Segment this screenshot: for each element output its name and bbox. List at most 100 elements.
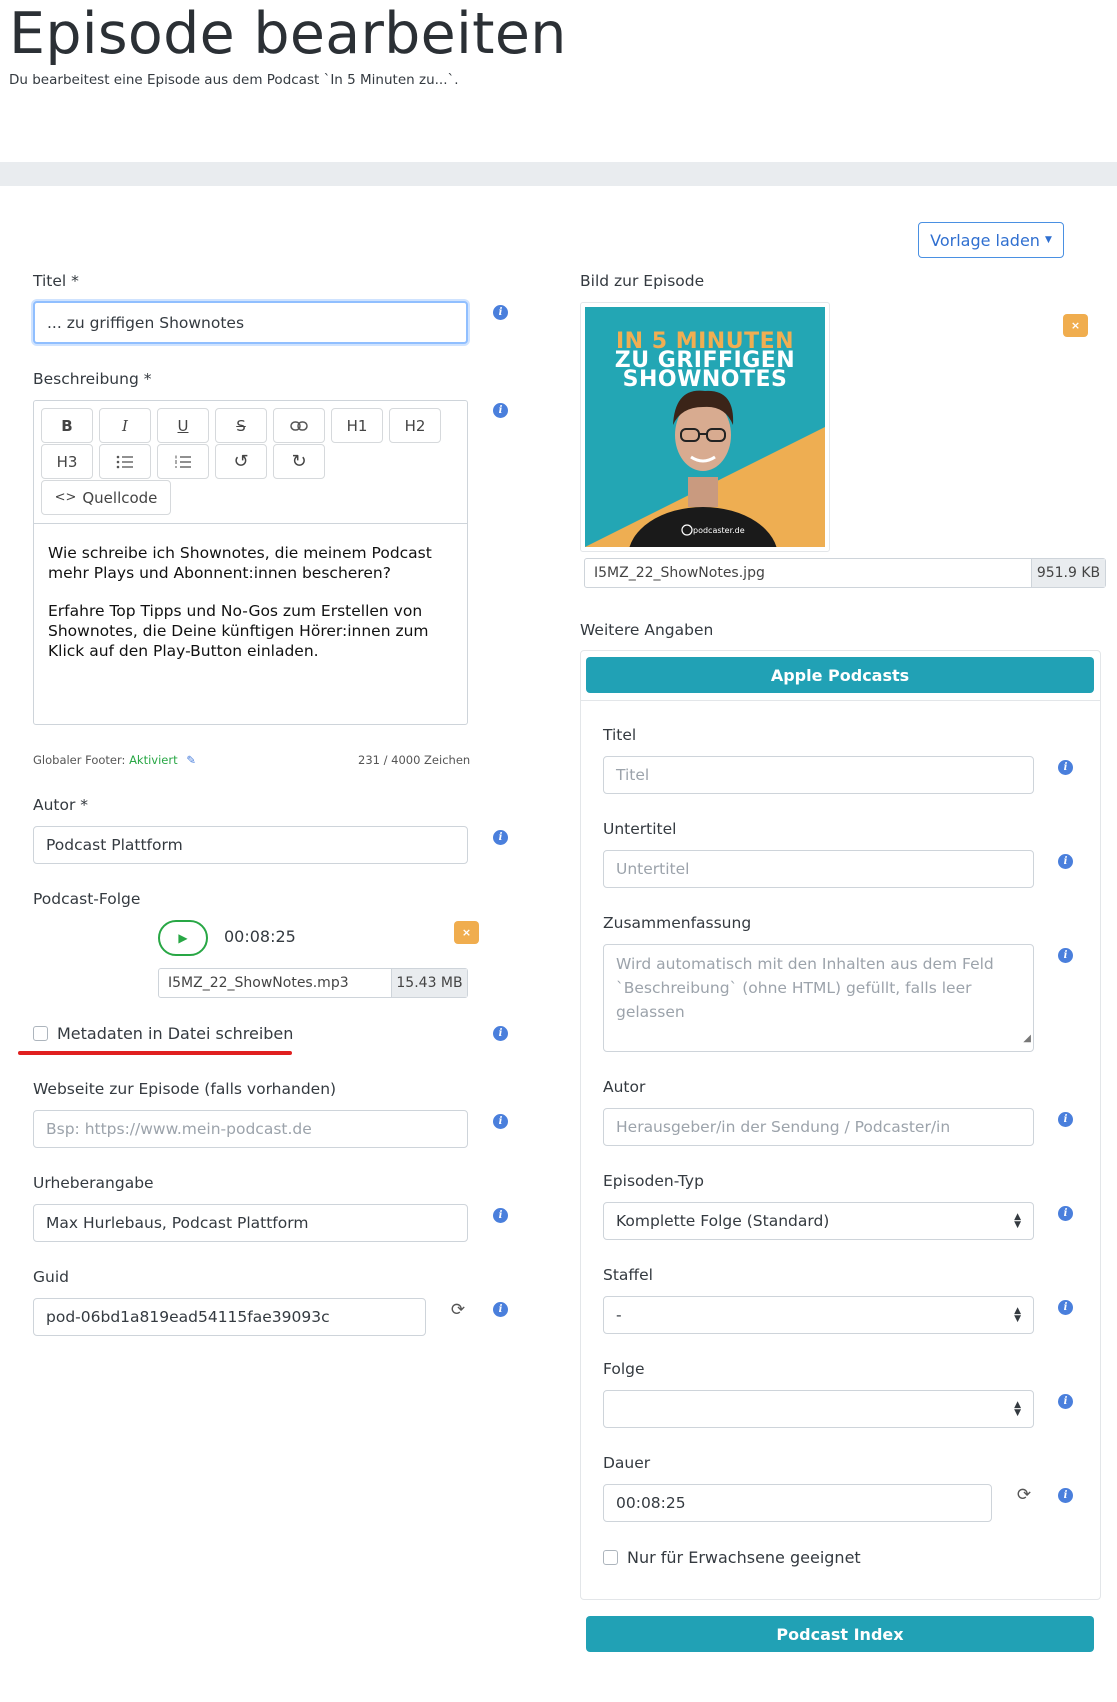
summary-placeholder: Wird automatisch mit den Inhalten aus de… — [616, 955, 994, 1021]
code-icon: <> — [54, 490, 77, 505]
episode-type-value: Komplette Folge (Standard) — [616, 1212, 830, 1230]
episode-number-select[interactable]: ▲ ▼ — [603, 1390, 1034, 1428]
info-icon[interactable]: i — [1058, 854, 1073, 869]
info-icon[interactable]: i — [1058, 1112, 1073, 1127]
info-icon[interactable]: i — [493, 1026, 508, 1041]
select-arrows-icon: ▲ ▼ — [1014, 1212, 1021, 1230]
global-footer: Globaler Footer: Aktiviert ✎ — [33, 753, 196, 767]
cover-title-line: SHOWNOTES — [622, 367, 788, 392]
image-file-name: I5MZ_22_ShowNotes.jpg — [594, 565, 765, 581]
info-icon[interactable]: i — [1058, 760, 1073, 775]
heading3-button[interactable]: H3 — [41, 444, 93, 479]
subtitle-label: Untertitel — [603, 820, 677, 838]
info-icon[interactable]: i — [1058, 948, 1073, 963]
pencil-icon[interactable]: ✎ — [186, 753, 196, 767]
play-button[interactable]: ▶ — [158, 920, 208, 956]
title-label: Titel * — [33, 272, 79, 290]
audio-file-size: 15.43 MB — [391, 969, 467, 997]
page-subtitle: Du bearbeitest eine Episode aus dem Podc… — [9, 72, 459, 88]
duration-label: Dauer — [603, 1454, 651, 1472]
source-code-button[interactable]: <> Quellcode — [41, 480, 171, 515]
info-icon[interactable]: i — [493, 305, 508, 320]
info-icon[interactable]: i — [1058, 1300, 1073, 1315]
image-file-size: 951.9 KB — [1031, 559, 1105, 587]
info-icon[interactable]: i — [493, 1302, 508, 1317]
cover-logo: podcaster.de — [693, 526, 745, 535]
bullet-list-icon — [116, 455, 133, 468]
explicit-label: Nur für Erwachsene geeignet — [627, 1548, 861, 1567]
apple-podcasts-button[interactable]: Apple Podcasts — [586, 657, 1094, 693]
numbered-list-button[interactable] — [157, 444, 209, 479]
select-arrows-icon: ▲ ▼ — [1014, 1400, 1021, 1418]
image-file-bar: I5MZ_22_ShowNotes.jpg 951.9 KB — [584, 558, 1106, 588]
remove-image-button[interactable]: × — [1063, 314, 1088, 337]
undo-icon: ↺ — [233, 451, 249, 472]
close-icon: × — [461, 926, 472, 939]
apple-author-placeholder: Herausgeber/in der Sendung / Podcaster/i… — [616, 1118, 951, 1136]
remove-audio-button[interactable]: × — [454, 921, 479, 944]
apple-author-input[interactable]: Herausgeber/in der Sendung / Podcaster/i… — [603, 1108, 1034, 1146]
metadata-label: Metadaten in Datei schreiben — [57, 1024, 294, 1043]
season-value: - — [616, 1306, 622, 1324]
apple-title-label: Titel — [603, 726, 637, 744]
subtitle-placeholder: Untertitel — [616, 860, 690, 878]
refresh-icon[interactable]: ⟳ — [448, 1300, 468, 1320]
char-count: 231 / 4000 Zeichen — [358, 753, 471, 767]
author-value: Podcast Plattform — [46, 836, 183, 854]
metadata-checkbox[interactable] — [33, 1026, 48, 1041]
explicit-checkbox[interactable] — [603, 1550, 618, 1565]
author-input[interactable]: Podcast Plattform — [33, 826, 468, 864]
undo-button[interactable]: ↺ — [215, 444, 267, 479]
close-icon: × — [1070, 319, 1081, 332]
apple-author-label: Autor — [603, 1078, 646, 1096]
divider-bar — [0, 162, 1117, 186]
season-select[interactable]: - ▲ ▼ — [603, 1296, 1034, 1334]
info-icon[interactable]: i — [493, 830, 508, 845]
info-icon[interactable]: i — [1058, 1488, 1073, 1503]
description-editor: B I U S H1 H2 H3 ↺ ↻ <> Quellcode Wie sc… — [33, 400, 468, 725]
source-code-label: Quellcode — [82, 488, 158, 507]
apple-title-input[interactable]: Titel — [603, 756, 1034, 794]
refresh-icon[interactable]: ⟳ — [1014, 1485, 1034, 1505]
audio-time: 00:08:25 — [224, 927, 296, 946]
heading1-button[interactable]: H1 — [331, 408, 383, 443]
copyright-label: Urheberangabe — [33, 1174, 154, 1192]
strikethrough-button[interactable]: S — [215, 408, 267, 443]
global-footer-label: Globaler Footer: — [33, 753, 126, 767]
duration-input[interactable]: 00:08:25 — [603, 1484, 992, 1522]
author-label: Autor * — [33, 796, 89, 814]
global-footer-status[interactable]: Aktiviert — [129, 753, 178, 767]
load-template-button[interactable]: Vorlage laden ▼ — [918, 222, 1064, 258]
episode-type-select[interactable]: Komplette Folge (Standard) ▲ ▼ — [603, 1202, 1034, 1240]
info-icon[interactable]: i — [493, 1208, 508, 1223]
bold-button[interactable]: B — [41, 408, 93, 443]
underline-button[interactable]: U — [157, 408, 209, 443]
bullet-list-button[interactable] — [99, 444, 151, 479]
card-divider — [580, 700, 1101, 701]
summary-textarea[interactable]: Wird automatisch mit den Inhalten aus de… — [603, 944, 1034, 1052]
link-button[interactable] — [273, 408, 325, 443]
redo-button[interactable]: ↻ — [273, 444, 325, 479]
info-icon[interactable]: i — [493, 1114, 508, 1129]
info-icon[interactable]: i — [1058, 1394, 1073, 1409]
season-label: Staffel — [603, 1266, 653, 1284]
website-input[interactable]: Bsp: https://www.mein-podcast.de — [33, 1110, 468, 1148]
subtitle-input[interactable]: Untertitel — [603, 850, 1034, 888]
page-title: Episode bearbeiten — [9, 1, 567, 67]
title-value: ... zu griffigen Shownotes — [47, 313, 245, 332]
copyright-input[interactable]: Max Hurlebaus, Podcast Plattform — [33, 1204, 468, 1242]
info-icon[interactable]: i — [1058, 1206, 1073, 1221]
italic-button[interactable]: I — [99, 408, 151, 443]
numbered-list-icon — [175, 455, 191, 468]
heading2-button[interactable]: H2 — [389, 408, 441, 443]
description-paragraph: Wie schreibe ich Shownotes, die meinem P… — [48, 544, 432, 582]
info-icon[interactable]: i — [493, 403, 508, 418]
resize-handle-icon[interactable]: ◢ — [1023, 1027, 1031, 1051]
podcast-index-button[interactable]: Podcast Index — [586, 1616, 1094, 1652]
guid-input[interactable]: pod-06bd1a819ead54115fae39093c — [33, 1298, 426, 1336]
website-label: Webseite zur Episode (falls vorhanden) — [33, 1080, 337, 1098]
guid-value: pod-06bd1a819ead54115fae39093c — [46, 1308, 330, 1326]
editor-content[interactable]: Wie schreibe ich Shownotes, die meinem P… — [48, 543, 458, 679]
title-input[interactable]: ... zu griffigen Shownotes — [33, 301, 468, 344]
more-info-label: Weitere Angaben — [580, 621, 714, 639]
